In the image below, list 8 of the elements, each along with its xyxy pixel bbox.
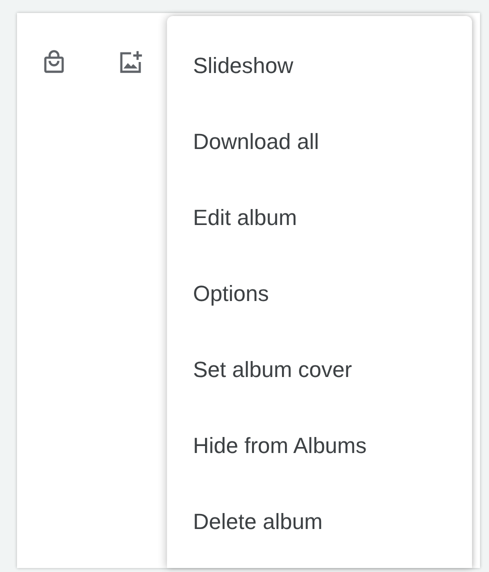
menu-item[interactable]: Edit album: [167, 180, 472, 256]
menu-item[interactable]: Slideshow: [167, 28, 472, 104]
menu-item[interactable]: Set album cover: [167, 332, 472, 408]
menu-item[interactable]: Hide from Albums: [167, 408, 472, 484]
shopping-bag-icon[interactable]: [41, 49, 67, 75]
menu-item[interactable]: Options: [167, 256, 472, 332]
menu-item[interactable]: Download all: [167, 104, 472, 180]
menu-item[interactable]: Delete album: [167, 484, 472, 560]
